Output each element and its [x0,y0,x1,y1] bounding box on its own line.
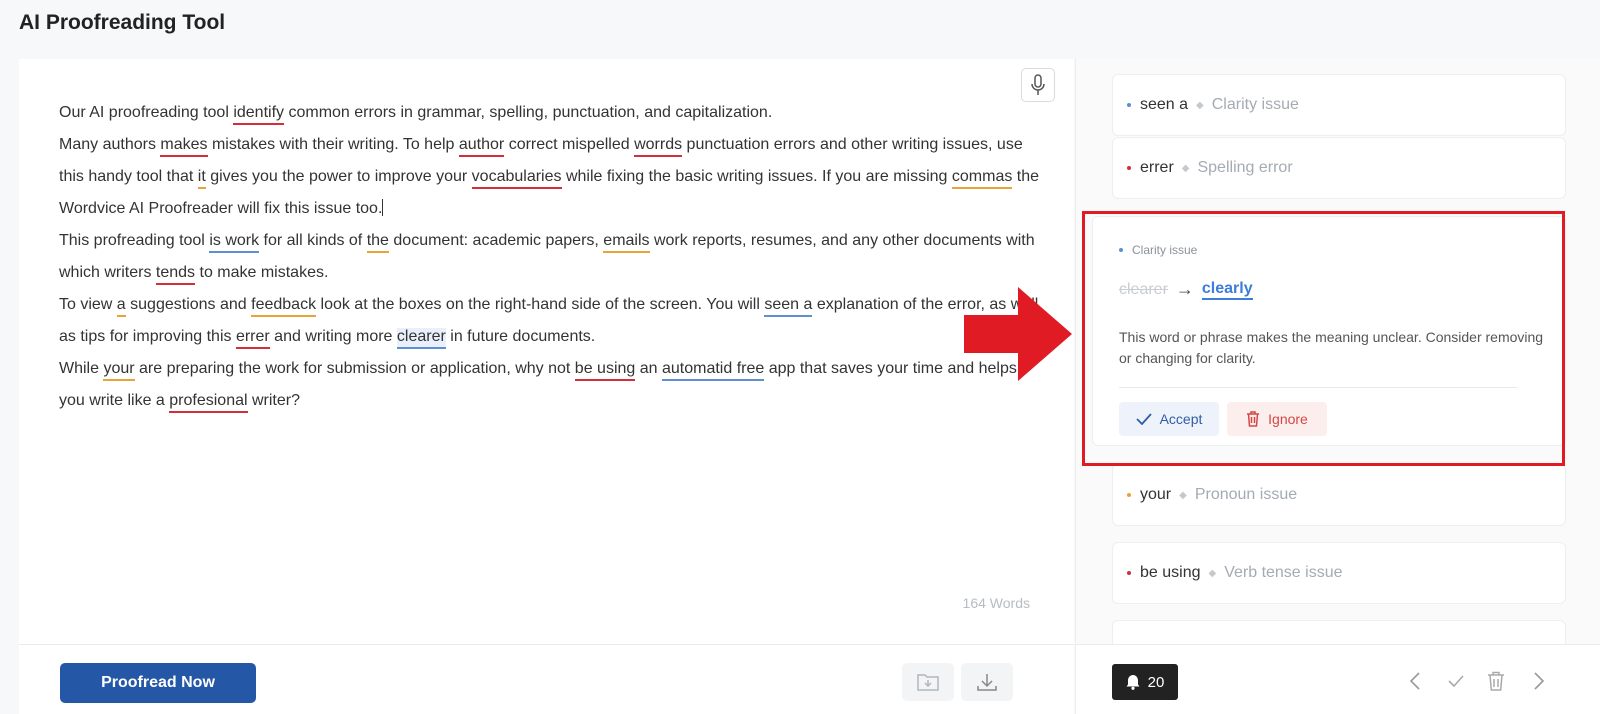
proofread-now-button[interactable]: Proofread Now [60,663,256,703]
text-span: While [59,360,104,377]
flagged-word[interactable]: seen a [764,296,813,317]
download-button[interactable] [961,663,1013,701]
text-span: in future documents. [445,328,596,345]
flagged-word[interactable]: makes [160,136,208,157]
flagged-word[interactable]: the [366,232,389,253]
annotation-arrow-icon [964,287,1072,381]
text-span: document: academic papers, [388,232,604,249]
bell-icon [1126,675,1140,690]
text-span: and writing more [269,328,397,345]
separator-diamond-icon: ◆ [1179,489,1187,501]
flagged-word[interactable]: emails [603,232,650,253]
text-span: mistakes with their writing. To help [207,136,459,153]
flagged-word[interactable]: it [197,168,206,189]
flagged-word[interactable]: be using [574,360,636,381]
import-file-button[interactable] [902,663,954,701]
text-span: while fixing the basic writing issues. I… [561,168,952,185]
flagged-word[interactable]: author [458,136,505,157]
previous-button[interactable] [1403,669,1427,693]
paragraph: Our AI proofreading tool identify common… [59,97,1044,129]
suggestion-category: Spelling error [1197,159,1293,176]
text-span: an [635,360,662,377]
flagged-word[interactable]: vocabularies [471,168,562,189]
flagged-word[interactable]: tends [155,264,196,285]
panel-footer: 20 [1076,644,1600,714]
text-span: correct mispelled [504,136,635,153]
paragraph: This profreading tool is work for all ki… [59,225,1044,289]
suggestion-word: seen a [1140,96,1189,113]
paragraph: To view a suggestions and feedback look … [59,289,1044,353]
text-cursor [382,199,384,216]
suggestion-word: errer [1140,159,1174,176]
delete-all-button[interactable] [1484,669,1508,693]
flagged-word[interactable]: profesional [169,392,248,413]
suggestion-card[interactable]: your ◆ Pronoun issue [1112,464,1566,526]
suggestion-card[interactable]: seen a ◆ Clarity issue [1112,74,1566,136]
issue-count-badge[interactable]: 20 [1112,664,1178,700]
editor-panel: Our AI proofreading tool identify common… [19,59,1074,714]
suggestion-word: be using [1140,564,1201,581]
next-button[interactable] [1527,669,1551,693]
flagged-word[interactable]: your [103,360,135,381]
folder-import-icon [917,674,939,691]
suggestion-word: your [1140,486,1172,503]
editor-footer: Proofread Now [19,644,1074,714]
category-dot [1127,571,1131,575]
text-span: look at the boxes on the right-hand side… [316,296,765,313]
text-span: common errors in grammar, spelling, punc… [284,104,773,121]
suggestion-category: Clarity issue [1211,96,1299,113]
separator-diamond-icon: ◆ [1208,567,1217,579]
issue-count: 20 [1147,673,1165,691]
check-icon [1448,675,1464,687]
microphone-icon [1031,74,1045,95]
paragraph: Many authors makes mistakes with their w… [59,129,1044,225]
flagged-word[interactable]: feedback [251,296,317,317]
flagged-word[interactable]: worrds [634,136,683,157]
text-span: are preparing the work for submission or… [134,360,575,377]
text-span: writer? [247,392,300,409]
flagged-word[interactable]: automatid free [661,360,765,381]
word-count: 164 Words [962,595,1030,611]
text-span: This profreading tool [59,232,210,249]
annotation-highlight-box [1082,211,1565,466]
download-icon [977,674,997,691]
separator-diamond-icon: ◆ [1196,99,1204,111]
category-dot [1127,166,1131,170]
text-span: suggestions and [125,296,252,313]
chevron-right-icon [1534,672,1544,690]
flagged-word[interactable]: errer [235,328,270,349]
separator-diamond-icon: ◆ [1181,162,1190,174]
trash-icon [1488,671,1504,691]
flagged-word[interactable]: identify [233,104,285,125]
text-span: gives you the power to improve your [205,168,472,185]
suggestion-card[interactable]: be using ◆ Verb tense issue [1112,542,1566,604]
suggestion-card[interactable]: errer ◆ Spelling error [1112,137,1566,199]
chevron-left-icon [1410,672,1420,690]
text-span: Our AI proofreading tool [59,104,234,121]
text-span: to make mistakes. [195,264,329,281]
suggestion-category: Verb tense issue [1224,564,1343,581]
accept-all-button[interactable] [1444,669,1468,693]
category-dot [1127,493,1131,497]
flagged-word[interactable]: a [116,296,126,317]
flagged-word[interactable]: is work [209,232,260,253]
flagged-word[interactable]: clearer [396,328,446,349]
suggestion-card-partial[interactable] [1112,620,1566,644]
text-span: for all kinds of [259,232,367,249]
text-span: To view [59,296,117,313]
text-span: Many authors [59,136,161,153]
suggestion-category: Pronoun issue [1194,486,1298,503]
editor-textarea[interactable]: Our AI proofreading tool identify common… [59,97,1044,417]
paragraph: While your are preparing the work for su… [59,353,1044,417]
category-dot [1127,103,1131,107]
app-title: AI Proofreading Tool [19,11,226,34]
flagged-word[interactable]: commas [951,168,1013,189]
